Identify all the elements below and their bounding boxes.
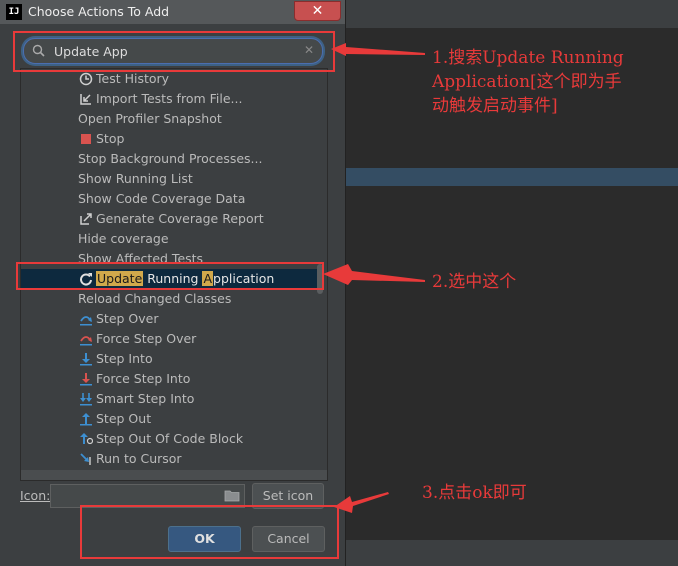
action-item-label: Step Out <box>96 411 152 426</box>
action-item[interactable]: Show Code Coverage Data <box>21 189 317 209</box>
action-item[interactable]: Hide coverage <box>21 229 317 249</box>
action-item-label: Open Profiler Snapshot <box>78 111 222 126</box>
force-step-into-icon <box>80 373 92 386</box>
action-item-label: Stop <box>96 131 125 146</box>
annotation-step-3: 3.点击ok即可 <box>422 483 527 503</box>
ide-tab-strip <box>345 28 678 38</box>
smart-step-into-icon <box>80 393 92 406</box>
step-over-icon <box>80 316 92 326</box>
action-item[interactable]: Step Over <box>21 309 317 329</box>
action-item-label: Step Into <box>96 351 153 366</box>
step-out-block-icon <box>80 433 93 445</box>
action-item[interactable]: Step Out <box>21 409 317 429</box>
icon-row: Icon: Set icon <box>20 483 326 509</box>
icon-label: Icon: <box>20 488 51 503</box>
close-icon: ✕ <box>311 3 324 19</box>
action-item[interactable]: Generate Coverage Report <box>21 209 317 229</box>
action-item-label: Show Code Coverage Data <box>78 191 246 206</box>
action-item[interactable]: Step Out Of Code Block <box>21 429 317 449</box>
action-item[interactable]: Force Step Into <box>21 369 317 389</box>
close-button[interactable]: ✕ <box>294 1 341 21</box>
action-item[interactable]: Stop Background Processes... <box>21 149 317 169</box>
import-icon <box>80 94 91 105</box>
action-item-label: Test History <box>96 71 170 86</box>
action-item-label: Smart Step Into <box>96 391 195 406</box>
annotation-box-selected-item <box>16 262 324 290</box>
action-item-label: Reload Changed Classes <box>78 291 232 306</box>
stop-icon <box>81 134 91 144</box>
clock-icon <box>79 72 93 86</box>
folder-icon[interactable] <box>224 489 240 502</box>
action-item[interactable]: Smart Step Into <box>21 389 317 409</box>
annotation-box-buttons <box>80 505 339 559</box>
annotation-step-1-line: Application[这个即为手 <box>432 72 622 92</box>
action-item[interactable]: Stop <box>21 129 317 149</box>
action-item-label: Hide coverage <box>78 231 169 246</box>
action-item[interactable]: Run to Cursor <box>21 449 317 469</box>
action-item[interactable]: Test History <box>21 69 317 89</box>
action-item-label: Force Step Over <box>96 331 197 346</box>
action-item[interactable]: Open Profiler Snapshot <box>21 109 317 129</box>
action-item[interactable]: Force Step Over <box>21 329 317 349</box>
action-item-label: Step Over <box>96 311 159 326</box>
action-item-label: Show Running List <box>78 171 193 186</box>
dialog-title: Choose Actions To Add <box>28 4 170 19</box>
annotation-step-2: 2.选中这个 <box>432 272 517 292</box>
horizontal-scrollbar[interactable] <box>21 470 327 480</box>
action-item[interactable]: Import Tests from File... <box>21 89 317 109</box>
action-item[interactable]: Step Into <box>21 349 317 369</box>
action-item-label: Stop Background Processes... <box>78 151 263 166</box>
intellij-app-icon: IJ <box>6 4 22 20</box>
step-out-icon <box>80 413 92 426</box>
action-item-label: Import Tests from File... <box>96 91 243 106</box>
annotation-box-search <box>13 31 335 72</box>
annotation-step-1-line: 1.搜索Update Running <box>432 48 624 68</box>
run-to-cursor-icon <box>80 453 91 465</box>
dialog-title-bar[interactable]: IJ Choose Actions To Add ✕ <box>0 0 345 24</box>
ide-toolbar <box>345 0 678 28</box>
annotation-step-1-line: 动触发启动事件] <box>432 96 558 116</box>
action-item[interactable]: Reload Changed Classes <box>21 289 317 309</box>
force-step-over-icon <box>80 336 92 346</box>
action-item-label: Step Out Of Code Block <box>96 431 244 446</box>
ide-status-bar <box>345 540 678 566</box>
action-item-label: Generate Coverage Report <box>96 211 264 226</box>
step-into-icon <box>80 353 92 366</box>
action-item[interactable]: Show Running List <box>21 169 317 189</box>
annotation-step-1: 1.搜索Update Running Application[这个即为手 动触发… <box>432 46 672 118</box>
action-item-label: Run to Cursor <box>96 451 182 466</box>
action-item-label: Force Step Into <box>96 371 191 386</box>
ide-selected-line <box>345 168 678 186</box>
export-icon <box>80 213 92 225</box>
